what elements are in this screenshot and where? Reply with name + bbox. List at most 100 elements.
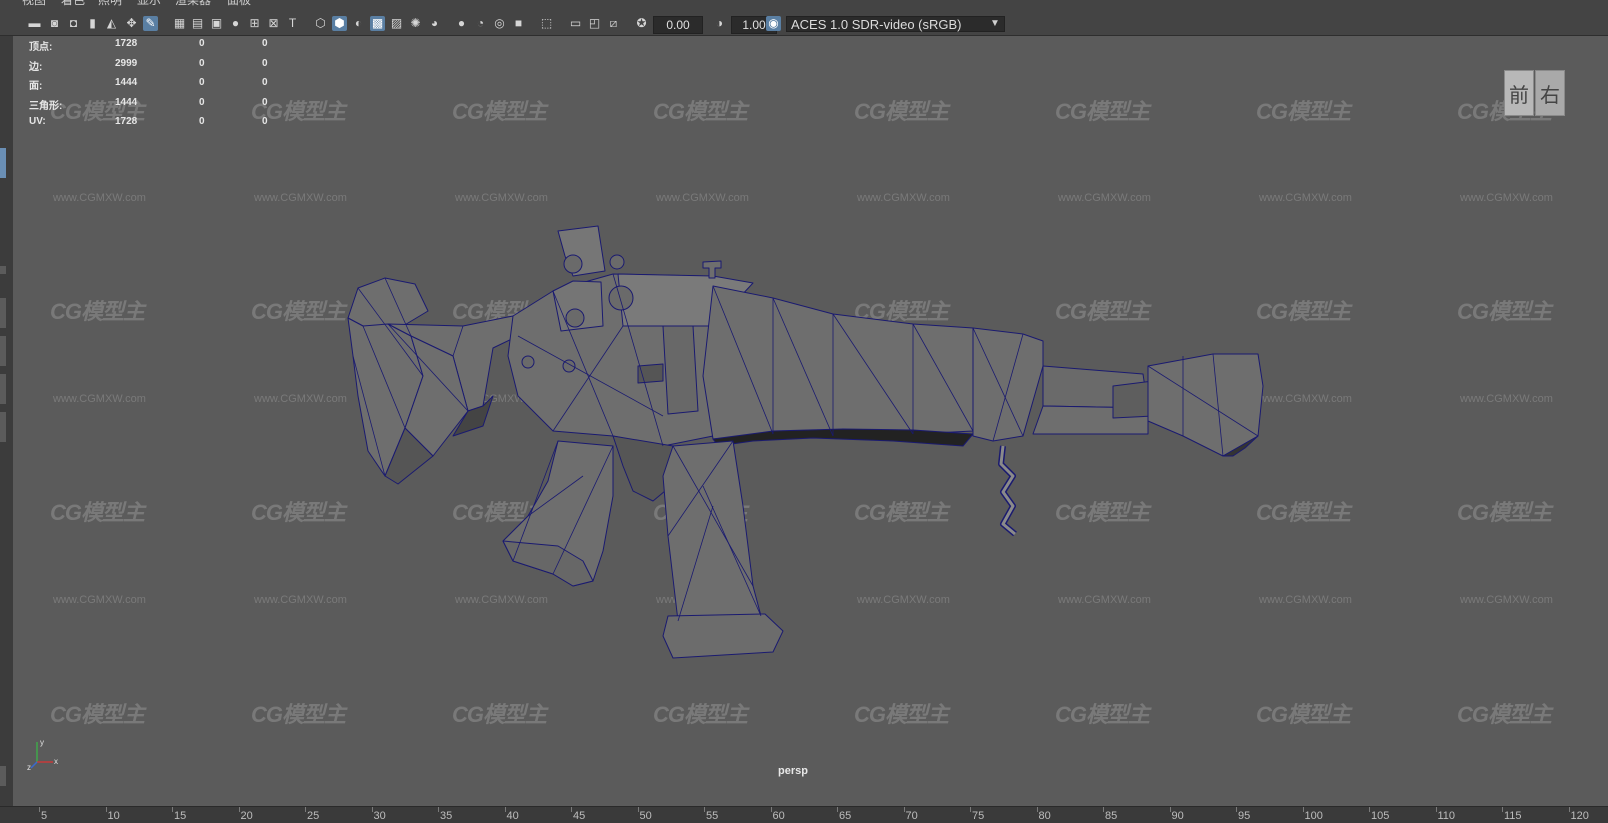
ruler-frame-label: 105 — [1371, 810, 1390, 822]
wireframe-on-shaded-icon[interactable]: ▩ — [370, 16, 385, 31]
depth-of-field-icon[interactable]: ■ — [511, 16, 526, 31]
smooth-shade-icon[interactable]: ⬢ — [332, 16, 347, 31]
ruler-frame-label: 65 — [839, 810, 852, 822]
view-cube-front[interactable]: 前 — [1504, 70, 1534, 116]
isolate-select-icon[interactable]: ⬚ — [539, 16, 554, 31]
menu-view[interactable]: 视图 — [22, 0, 46, 8]
flat-shade-icon[interactable]: ◐ — [351, 16, 366, 31]
camera-icon[interactable]: ▬ — [27, 16, 42, 31]
screen-space-ao-icon[interactable]: ● — [454, 16, 469, 31]
ruler-frame-label: 50 — [639, 810, 652, 822]
camera-attributes-icon[interactable]: ◙ — [47, 16, 62, 31]
use-all-lights-icon[interactable]: ✺ — [408, 16, 423, 31]
ruler-frame-label: 95 — [1238, 810, 1251, 822]
hud-value: 1728 — [115, 116, 138, 128]
tool-strip-active-marker[interactable] — [0, 148, 6, 178]
colorspace-dropdown[interactable]: ACES 1.0 SDR-video (sRGB) — [786, 16, 1005, 32]
ruler-tick — [172, 807, 173, 812]
hud-value: 0 — [199, 77, 205, 89]
view-cube-right[interactable]: 右 — [1535, 70, 1565, 116]
image-plane-icon[interactable]: ▮ — [85, 16, 100, 31]
bookmark-icon[interactable]: ◘ — [66, 16, 81, 31]
field-chart-icon[interactable]: ⊞ — [247, 16, 262, 31]
tool-strip-marker — [0, 266, 6, 274]
motion-blur-icon[interactable]: ◔ — [473, 16, 488, 31]
ruler-tick — [371, 807, 373, 812]
ruler-frame-label: 90 — [1171, 810, 1184, 822]
timeline-ruler[interactable]: 5 10 15 20 25 30 35 40 45 50 55 60 65 70 75 80 85 90 95 100… — [0, 806, 1608, 823]
ruler-tick — [970, 807, 971, 812]
hud-icon[interactable]: ▭ — [568, 16, 583, 31]
pencil-icon[interactable]: ✎ — [143, 16, 158, 31]
ruler-frame-label: 120 — [1570, 810, 1589, 822]
textured-icon[interactable]: ⧄ — [606, 16, 621, 31]
ruler-tick — [238, 807, 240, 812]
ruler-frame-label: 35 — [440, 810, 453, 822]
ruler-tick — [903, 807, 905, 812]
menu-renderer[interactable]: 渲染器 — [175, 0, 211, 8]
hud-value: 0 — [199, 57, 205, 69]
tool-strip-marker — [0, 412, 6, 442]
gate-mask-icon[interactable]: ● — [228, 16, 243, 31]
grid-icon[interactable]: ▦ — [172, 16, 187, 31]
tool-strip-marker — [0, 766, 6, 786]
hud-value: 0 — [262, 77, 268, 89]
ruler-frame-label: 80 — [1038, 810, 1051, 822]
ruler-tick — [1502, 807, 1503, 812]
ruler-tick — [704, 807, 705, 812]
menu-show[interactable]: 显示 — [137, 0, 161, 8]
view-cube[interactable]: 前 右 — [1504, 70, 1566, 118]
hud-label: UV: — [29, 116, 46, 128]
ruler-tick — [1169, 807, 1171, 812]
ruler-tick — [837, 807, 838, 812]
menu-panels[interactable]: 面板 — [227, 0, 251, 8]
resolution-gate-icon[interactable]: ▣ — [209, 16, 224, 31]
ruler-tick — [438, 807, 439, 812]
ruler-frame-label: 55 — [706, 810, 719, 822]
film-gate-icon[interactable]: ▤ — [190, 16, 205, 31]
exposure-field[interactable]: 0.00 — [653, 16, 703, 34]
ruler-tick — [1568, 807, 1570, 812]
hud-value: 1444 — [115, 96, 138, 108]
menu-shading[interactable]: 着色 — [61, 0, 85, 8]
select-object-icon[interactable]: ◰ — [587, 16, 602, 31]
ruler-frame-label: 75 — [972, 810, 985, 822]
hud-value: 0 — [199, 116, 205, 128]
exposure-icon[interactable]: ✪ — [634, 16, 649, 31]
axis-y-label: y — [40, 738, 44, 747]
hud-value: 0 — [199, 38, 205, 49]
ruler-frame-label: 30 — [373, 810, 386, 822]
hud-label: 面: — [29, 81, 43, 93]
perspective-viewport[interactable]: CG模型主 CG模型主 CG模型主 CG模型主 www.CGMXW.com www.CGM… — [13, 36, 1608, 806]
ruler-tick — [637, 807, 639, 812]
ruler-frame-label: 20 — [240, 810, 253, 822]
move-icon[interactable]: ✥ — [124, 16, 139, 31]
ruler-frame-label: 45 — [573, 810, 586, 822]
ruler-tick — [1103, 807, 1104, 812]
safe-action-icon[interactable]: ⊠ — [266, 16, 281, 31]
ruler-frame-label: 40 — [506, 810, 519, 822]
hud-value: 0 — [262, 57, 268, 69]
grid-toggle-icon[interactable]: ◭ — [104, 16, 119, 31]
safe-title-icon[interactable]: T — [285, 16, 300, 31]
tool-strip-marker — [0, 374, 6, 404]
ruler-frame-label: 70 — [905, 810, 918, 822]
color-management-icon[interactable]: ◉ — [766, 16, 781, 31]
hud-value: 1444 — [115, 77, 138, 89]
ruler-frame-label: 10 — [107, 810, 120, 822]
gamma-icon[interactable]: ◑ — [712, 16, 727, 31]
shadows-icon[interactable]: ◕ — [427, 16, 442, 31]
menu-lighting[interactable]: 照明 — [98, 0, 122, 8]
ruler-frame-label: 85 — [1105, 810, 1118, 822]
tool-strip-marker — [0, 336, 6, 366]
ruler-frame-label: 110 — [1437, 810, 1456, 822]
menu-bar: 视图 着色 照明 显示 渲染器 面板 — [0, 0, 1608, 8]
wireframe-icon[interactable]: ⬡ — [313, 16, 328, 31]
camera-name-label: persp — [778, 765, 808, 777]
chevron-down-icon[interactable]: ▼ — [985, 16, 1005, 32]
multisample-aa-icon[interactable]: ◎ — [492, 16, 507, 31]
gun-model[interactable] — [13, 36, 1608, 806]
ruler-frame-label: 60 — [772, 810, 785, 822]
xray-icon[interactable]: ▨ — [389, 16, 404, 31]
hud-value: 2999 — [115, 57, 138, 69]
